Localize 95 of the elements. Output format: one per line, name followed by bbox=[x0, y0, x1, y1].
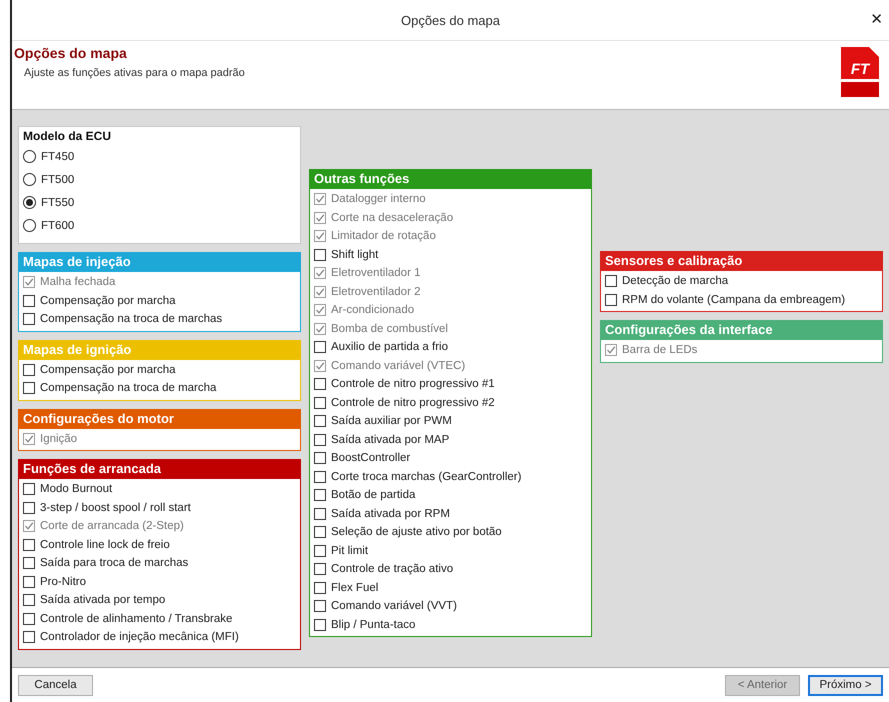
window-title: Opções do mapa bbox=[400, 12, 500, 28]
option-label: Controle de nitro progressivo #2 bbox=[331, 396, 495, 409]
option-label: Datalogger interno bbox=[331, 193, 426, 206]
checkbox[interactable] bbox=[23, 294, 35, 307]
checkbox[interactable] bbox=[23, 594, 35, 606]
logo: FT bbox=[841, 47, 879, 97]
option-label: Saída ativada por RPM bbox=[331, 508, 450, 520]
group-title: Configurações da interface bbox=[601, 321, 882, 340]
option-label: Controle de nitro progressivo #1 bbox=[331, 378, 495, 390]
option-label: Controlador de injeção mecânica (MFI) bbox=[40, 631, 239, 644]
checkbox[interactable] bbox=[314, 508, 326, 520]
radio-button[interactable] bbox=[23, 173, 36, 186]
option-label: Seleção de ajuste ativo por botão bbox=[331, 526, 502, 538]
option-label: Flex Fuel bbox=[331, 582, 378, 594]
close-button[interactable]: ✕ bbox=[868, 10, 885, 28]
option-label: Comando variável (VTEC) bbox=[331, 360, 466, 372]
option-label: RPM do volante (Campana da embreagem) bbox=[622, 294, 846, 306]
option-label: 3-step / boost spool / roll start bbox=[40, 502, 191, 514]
checkbox[interactable] bbox=[23, 631, 35, 644]
option-label: Corte na desaceleração bbox=[331, 212, 454, 224]
option-label: Compensação por marcha bbox=[40, 364, 176, 376]
group-title: Mapas de injeção bbox=[19, 253, 300, 272]
option-label: Eletroventilador 2 bbox=[331, 286, 420, 298]
checkbox[interactable] bbox=[314, 563, 326, 576]
group-title: Sensores e calibração bbox=[601, 252, 882, 271]
radio-button[interactable] bbox=[23, 219, 36, 232]
option-label: Controle de tração ativo bbox=[331, 563, 454, 576]
group-title: Mapas de ignição bbox=[19, 340, 300, 360]
group-title: Outras funções bbox=[310, 170, 591, 189]
checkbox[interactable] bbox=[23, 502, 35, 514]
checkbox[interactable] bbox=[314, 600, 326, 612]
radio-button[interactable] bbox=[23, 196, 36, 209]
option-label: FT600 bbox=[41, 220, 74, 232]
option-label: Shift light bbox=[331, 248, 378, 261]
checkbox[interactable] bbox=[605, 294, 617, 306]
checkbox[interactable] bbox=[314, 341, 326, 354]
group-title: Configurações do motor bbox=[19, 410, 300, 428]
option-label: Modo Burnout bbox=[40, 483, 112, 496]
option-label: Compensação na troca de marchas bbox=[40, 313, 222, 326]
footer-button[interactable]: Próximo > bbox=[808, 674, 883, 696]
checkbox[interactable] bbox=[23, 313, 35, 326]
option-label: Corte de arrancada (2-Step) bbox=[40, 520, 184, 532]
option-label: Saída ativada por tempo bbox=[40, 594, 166, 606]
option-label: Detecção de marcha bbox=[622, 275, 728, 288]
option-label: Eletroventilador 1 bbox=[331, 267, 420, 280]
option-label: Blip / Punta-taco bbox=[331, 618, 416, 631]
option-label: Saída ativada por MAP bbox=[331, 434, 450, 446]
option-label: Compensação por marcha bbox=[40, 294, 176, 307]
checkbox[interactable] bbox=[23, 483, 35, 496]
option-label: Saída para troca de marchas bbox=[40, 557, 188, 570]
checkbox[interactable] bbox=[314, 378, 326, 390]
page-title: Opções do mapa bbox=[14, 45, 128, 61]
checkbox[interactable] bbox=[23, 538, 35, 551]
option-label: Corte troca marchas (GearController) bbox=[331, 470, 522, 483]
checkbox[interactable] bbox=[23, 576, 35, 588]
option-label: Limitador de rotação bbox=[331, 230, 436, 242]
option-label: FT550 bbox=[41, 196, 74, 208]
footer-button[interactable]: Cancela bbox=[18, 674, 93, 696]
checkbox[interactable] bbox=[314, 618, 326, 631]
checkbox[interactable] bbox=[314, 470, 326, 483]
checkbox[interactable] bbox=[314, 544, 326, 557]
option-label: Pro-Nitro bbox=[40, 576, 86, 588]
option-label: FT450 bbox=[41, 150, 74, 162]
checkbox[interactable] bbox=[314, 526, 326, 538]
option-label: Pit limit bbox=[331, 544, 368, 557]
checkbox[interactable] bbox=[23, 382, 35, 394]
option-label: Compensação na troca de marcha bbox=[40, 382, 216, 394]
option-label: Ar-condicionado bbox=[331, 304, 414, 316]
checkbox[interactable] bbox=[314, 415, 326, 428]
option-label: BoostController bbox=[331, 452, 410, 464]
checkbox[interactable] bbox=[314, 452, 326, 464]
checkbox[interactable] bbox=[23, 557, 35, 570]
checkbox[interactable] bbox=[605, 275, 617, 288]
option-label: Saída auxiliar por PWM bbox=[331, 415, 452, 428]
option-label: FT500 bbox=[41, 174, 74, 186]
option-label: Controle line lock de freio bbox=[40, 538, 170, 551]
checkbox[interactable] bbox=[314, 582, 326, 594]
radio-button[interactable] bbox=[23, 150, 36, 163]
checkbox[interactable] bbox=[314, 489, 326, 502]
option-label: Malha fechada bbox=[40, 276, 116, 288]
checkbox[interactable] bbox=[314, 434, 326, 446]
group-title: Funções de arrancada bbox=[19, 460, 300, 479]
checkbox[interactable] bbox=[314, 248, 326, 261]
group-title: Modelo da ECU bbox=[22, 128, 112, 143]
option-label: Bomba de combustível bbox=[331, 322, 448, 335]
checkbox[interactable] bbox=[23, 364, 35, 376]
option-label: Auxilio de partida a frio bbox=[331, 341, 448, 354]
option-label: Ignição bbox=[40, 432, 78, 445]
checkbox[interactable] bbox=[23, 612, 35, 625]
page-subtitle: Ajuste as funções ativas para o mapa padrão bbox=[24, 67, 245, 79]
option-label: Barra de LEDs bbox=[622, 344, 698, 356]
option-label: Controle de alinhamento / Transbrake bbox=[40, 612, 232, 625]
option-label: Comando variável (VVT) bbox=[331, 600, 457, 612]
checkbox[interactable] bbox=[314, 396, 326, 409]
option-label: Botão de partida bbox=[331, 489, 416, 502]
